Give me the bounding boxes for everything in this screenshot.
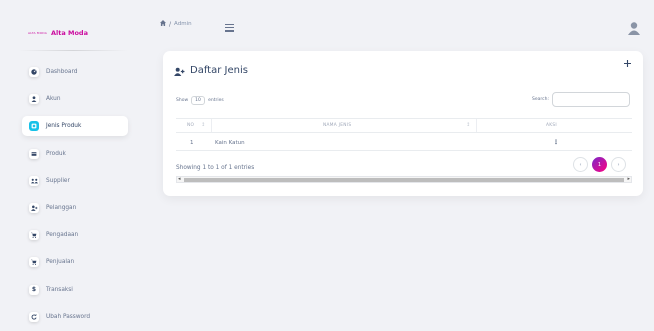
prev-page-button[interactable]: ‹: [573, 157, 588, 172]
sidebar-item-penjualan[interactable]: Penjualan: [22, 252, 128, 272]
tag-icon: [29, 121, 39, 132]
page-title: Daftar Jenis: [190, 65, 248, 76]
column-divider: [211, 119, 212, 132]
cell-no: 1: [190, 140, 194, 146]
sidebar-item-dashboard[interactable]: Dashboard: [22, 62, 128, 82]
user-icon: [29, 94, 39, 105]
page-length-control: Show 10 entries: [176, 96, 224, 105]
column-header-nama-jenis[interactable]: NAMA JENIS: [323, 123, 351, 128]
column-header-no[interactable]: NO: [187, 123, 194, 128]
brand-name: Alta Moda: [50, 29, 88, 37]
menu-toggle-icon[interactable]: [225, 24, 234, 34]
sidebar-item-label: Pelanggan: [46, 204, 77, 211]
dollar-icon: $: [29, 284, 39, 295]
home-icon[interactable]: [160, 20, 166, 28]
scroll-left-icon[interactable]: ◂: [178, 176, 181, 182]
add-jenis-button[interactable]: [624, 59, 631, 70]
sidebar-item-label: Ubah Password: [46, 313, 91, 320]
sidebar-item-label: Dashboard: [46, 69, 78, 75]
sidebar-item-label: Pengadaan: [46, 232, 79, 239]
scroll-right-icon[interactable]: ▸: [627, 176, 630, 182]
sidebar: ALTA MODA Alta Moda Dashboard Akun Jenis…: [0, 0, 140, 331]
show-label: Show: [176, 98, 189, 103]
users-icon: [29, 175, 39, 186]
breadcrumb: / Admin: [160, 20, 192, 28]
box-icon: [29, 148, 39, 159]
search-label: Search:: [532, 97, 549, 102]
refresh-icon: [29, 311, 39, 322]
sidebar-item-label: Supplier: [46, 177, 70, 184]
sidebar-item-produk[interactable]: Produk: [22, 144, 128, 164]
sidebar-item-pelanggan[interactable]: Pelanggan: [22, 198, 128, 218]
column-header-aksi: AKSI: [546, 123, 557, 128]
sidebar-item-ubah-password[interactable]: Ubah Password: [22, 307, 128, 327]
column-divider: [476, 119, 477, 132]
search-input[interactable]: [552, 92, 630, 107]
breadcrumb-current: Admin: [174, 21, 192, 27]
sidebar-item-supplier[interactable]: Supplier: [22, 171, 128, 191]
sidebar-item-jenis-produk[interactable]: Jenis Produk: [22, 116, 128, 137]
horizontal-scrollbar[interactable]: ◂ ▸: [176, 176, 632, 183]
cart-icon: [29, 257, 39, 268]
plus-icon: [624, 60, 631, 67]
cart-icon: [29, 230, 39, 241]
page-button-1[interactable]: 1: [592, 157, 607, 172]
dashboard-icon: [29, 67, 39, 77]
sidebar-item-label: Produk: [46, 150, 66, 157]
sort-icon[interactable]: ↕: [466, 122, 470, 128]
entries-label: entries: [208, 98, 224, 103]
brand-logo: ALTA MODA: [28, 31, 47, 35]
sidebar-item-label: Transaksi: [46, 286, 73, 293]
sort-icon[interactable]: ↕: [201, 122, 205, 128]
search-control: Search:: [532, 92, 630, 107]
user-plus-icon: [29, 202, 39, 213]
cell-nama-jenis: Kain Katun: [215, 140, 245, 146]
next-page-button[interactable]: ›: [611, 157, 626, 172]
sidebar-item-label: Penjualan: [46, 259, 75, 266]
brand[interactable]: ALTA MODA Alta Moda: [28, 29, 88, 37]
pagination: ‹ 1 ›: [573, 157, 626, 172]
sidebar-item-label: Jenis Produk: [46, 123, 82, 130]
card-header: Daftar Jenis: [174, 61, 248, 80]
user-avatar-icon[interactable]: [627, 20, 641, 35]
kebab-icon[interactable]: ⋮: [553, 139, 559, 146]
sidebar-nav: Dashboard Akun Jenis Produk Produk Suppl…: [22, 62, 128, 331]
table-header-border: [176, 132, 632, 133]
user-plus-icon: [174, 61, 185, 80]
sidebar-item-transaksi[interactable]: $ Transaksi: [22, 280, 128, 300]
breadcrumb-separator: /: [169, 20, 172, 28]
table-bottom-border: [176, 150, 632, 151]
daftar-jenis-card: Daftar Jenis Show 10 entries Search: NO …: [163, 51, 643, 196]
sidebar-item-label: Akun: [46, 96, 61, 103]
sidebar-item-pengadaan[interactable]: Pengadaan: [22, 225, 128, 245]
table-top-border: [176, 118, 632, 119]
sidebar-divider: [18, 50, 128, 51]
sidebar-item-akun[interactable]: Akun: [22, 89, 128, 109]
table-info: Showing 1 to 1 of 1 entries: [176, 165, 255, 171]
scrollbar-thumb[interactable]: [184, 178, 624, 182]
page-length-select[interactable]: 10: [191, 96, 206, 105]
